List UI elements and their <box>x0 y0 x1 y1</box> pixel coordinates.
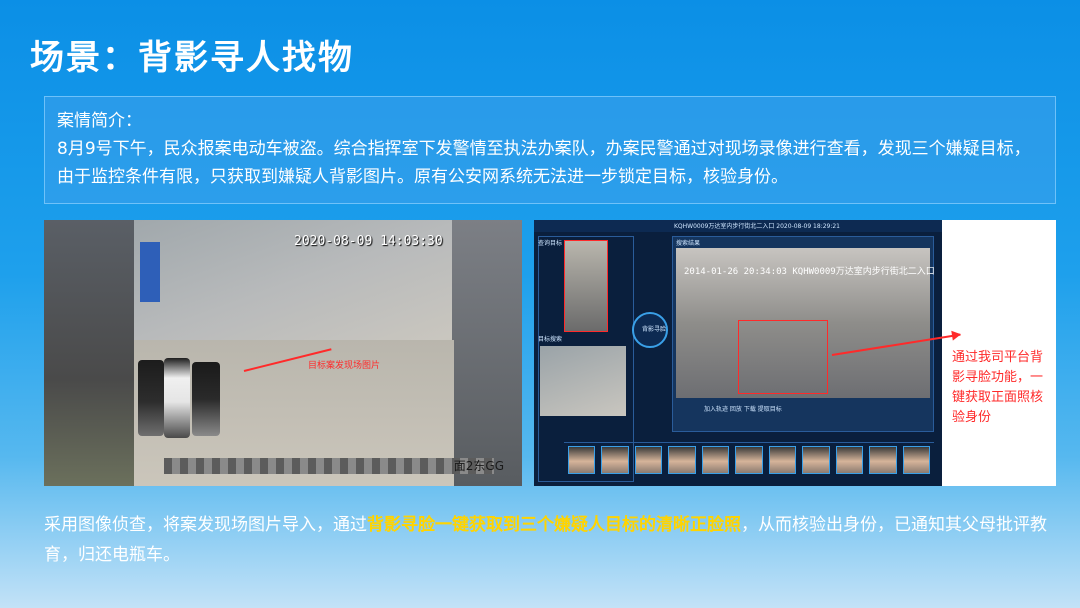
crime-scene-photo: 2020-08-09 14:03:30 目标案发现场图片 面2东GG <box>44 220 522 486</box>
face-thumbnail <box>768 446 797 474</box>
back-to-face-label: 背影寻脸 <box>642 326 667 333</box>
camera-overlay-text: 面2东GG <box>453 459 504 473</box>
case-intro-text: 8月9号下午，民众报案电动车被盗。综合指挥室下发警情至执法办案队，办案民警通过对… <box>57 139 1031 187</box>
shop-sign <box>140 242 160 302</box>
face-thumbnail <box>701 446 730 474</box>
conclusion-highlight: 背影寻脸一键获取到三个嫌疑人目标的清晰正脸照 <box>367 515 741 535</box>
video-timestamp: 2014-01-26 20:34:03 KQHW0009万达室内步行街北二入口 <box>684 264 935 277</box>
detection-box <box>738 320 828 394</box>
case-intro-heading: 案情简介： <box>57 111 142 131</box>
suspect-figure <box>192 362 220 436</box>
page-title: 场景：背影寻人找物 <box>30 38 354 78</box>
face-thumbnail <box>735 446 763 474</box>
face-thumbnail <box>869 446 897 474</box>
conclusion-before: 采用图像侦查，将案发现场图片导入，通过 <box>44 515 367 535</box>
platform-screenshot: KQHW0009万达室内步行街北二入口 2020-08-09 18:29:21 … <box>534 220 942 486</box>
video-toolbar: 加入轨迹 回放 下载 提取目标 <box>704 406 782 413</box>
suspect-figure <box>138 360 164 436</box>
face-filmstrip <box>564 442 934 478</box>
scene-caption: 目标案发现场图片 <box>308 361 381 371</box>
face-thumbnail <box>601 446 629 474</box>
feature-note: 通过我司平台背影寻脸功能，一键获取正面照核验身份 <box>952 350 1044 425</box>
face-thumbnail <box>568 446 596 474</box>
search-thumbnail <box>540 346 626 416</box>
arrow-head-icon <box>951 329 962 341</box>
query-target-label: 查询目标 <box>538 240 563 247</box>
video-camera-name: KQHW0009万达室内步行街北二入口 <box>792 267 935 277</box>
video-time: 2014-01-26 20:34:03 <box>684 267 787 277</box>
face-thumbnail <box>802 446 830 474</box>
blurred-overlay <box>164 458 494 474</box>
search-label: 目标搜索 <box>538 336 563 343</box>
suspect-figure <box>164 358 190 438</box>
window-title: KQHW0009万达室内步行街北二入口 2020-08-09 18:29:21 <box>674 223 841 230</box>
face-thumbnail <box>668 446 696 474</box>
camera-timestamp: 2020-08-09 14:03:30 <box>294 234 443 249</box>
face-thumbnail <box>634 446 663 474</box>
face-thumbnail <box>902 446 930 474</box>
result-tab: 搜索结果 <box>676 240 701 247</box>
storefront-right <box>452 220 522 486</box>
case-intro-box: 案情简介： 8月9号下午，民众报案电动车被盗。综合指挥室下发警情至执法办案队，办… <box>44 96 1056 204</box>
face-thumbnail <box>835 446 864 474</box>
storefront-left <box>44 220 134 486</box>
query-target-image <box>564 240 608 332</box>
conclusion-text: 采用图像侦查，将案发现场图片导入，通过背影寻脸一键获取到三个嫌疑人目标的清晰正脸… <box>44 510 1056 570</box>
